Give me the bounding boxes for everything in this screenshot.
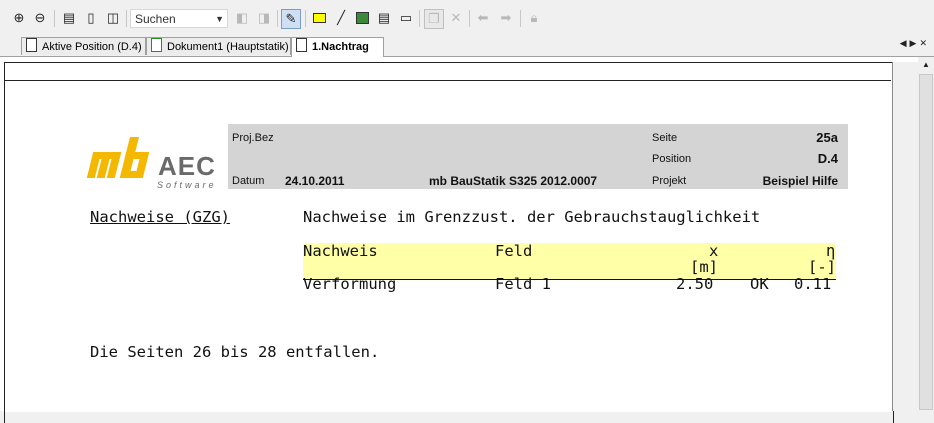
arrow-left-icon[interactable]: ⬅ xyxy=(474,9,492,27)
position-label: Position xyxy=(652,153,692,165)
tab-dokument1[interactable]: Dokument1 (Hauptstatik) xyxy=(146,37,291,55)
row-status: OK xyxy=(750,275,769,293)
document-icon xyxy=(296,38,307,52)
delete-icon[interactable]: ✕ xyxy=(447,9,465,27)
col-header-nachweis: Nachweis xyxy=(303,242,378,260)
copy-page-icon[interactable]: ❐ xyxy=(424,9,444,29)
tab-navigation[interactable]: ◀▶✕ xyxy=(900,38,930,49)
tab-prev-icon[interactable]: ◀ xyxy=(900,38,910,48)
projekt-label: Projekt xyxy=(652,175,687,187)
scroll-up-icon[interactable]: ▲ xyxy=(918,57,934,73)
highlight-rectangle-icon[interactable] xyxy=(310,9,328,27)
col-header-eta-unit: [-] xyxy=(808,258,836,276)
company-logo: AEC Software xyxy=(84,133,228,193)
comment-icon[interactable]: ▭ xyxy=(397,9,415,27)
section-heading: Nachweise (GZG) xyxy=(90,208,230,226)
tab-label: Dokument1 (Hauptstatik) xyxy=(167,41,289,53)
document-icon xyxy=(26,38,37,52)
row-feld: Feld 1 xyxy=(495,275,551,293)
toolbar-separator xyxy=(54,10,55,27)
datum-value: 24.10.2011 xyxy=(285,174,345,188)
search-dropdown[interactable]: Suchen ▼ xyxy=(130,9,228,28)
search-label: Suchen xyxy=(135,12,176,26)
tab-label: Aktive Position (D.4) xyxy=(42,41,142,53)
program-name: mb BauStatik S325 2012.0007 xyxy=(429,174,598,188)
row-eta: 0.11 xyxy=(794,275,832,293)
document-tabs: Aktive Position (D.4) Dokument1 (Hauptst… xyxy=(0,36,934,57)
tab-next-icon[interactable]: ▶ xyxy=(910,38,920,48)
zoom-in-icon[interactable]: ⊕ xyxy=(10,9,28,27)
position-value: D.4 xyxy=(817,151,838,166)
back-box-icon[interactable]: ◧ xyxy=(233,9,251,27)
page-gutter xyxy=(892,62,919,411)
row-nachweis: Verformung xyxy=(303,275,397,293)
two-pages-icon[interactable]: ◫ xyxy=(104,9,122,27)
col-header-x-unit: [m] xyxy=(690,258,718,276)
toolbar-separator xyxy=(126,10,127,27)
mbaec-logo-icon: AEC Software xyxy=(86,137,217,190)
proj-bez-label: Proj.Bez xyxy=(232,132,274,144)
toolbar: ⊕ ⊖ ▤ ▯ ◫ Suchen ▼ ◧ ◨ ✎ ╱ ▤ ▭ ❐ ✕ ⬅ ➡ 🔒… xyxy=(0,0,934,36)
lock-icon[interactable]: 🔒︎ xyxy=(525,9,543,27)
seite-value: 25a xyxy=(816,130,838,145)
logo-aec-text: AEC xyxy=(158,151,216,181)
checked-document-icon xyxy=(151,38,162,52)
logo-tagline: Software xyxy=(157,180,217,190)
toolbar-separator xyxy=(469,10,470,27)
toolbar-separator xyxy=(419,10,420,27)
page-view-icon[interactable]: ▤ xyxy=(60,9,78,27)
pages-omitted-note: Die Seiten 26 bis 28 entfallen. xyxy=(90,343,380,361)
forward-box-icon[interactable]: ◨ xyxy=(255,9,273,27)
seite-label: Seite xyxy=(652,132,678,144)
text-block-icon[interactable]: ▤ xyxy=(375,9,393,27)
line-tool-icon[interactable]: ╱ xyxy=(332,9,350,27)
tab-1-nachtrag[interactable]: 1.Nachtrag xyxy=(291,37,384,57)
row-x: 2.50 xyxy=(676,275,714,293)
chevron-down-icon: ▼ xyxy=(215,14,224,24)
toolbar-separator xyxy=(305,10,306,27)
toolbar-separator xyxy=(520,10,521,27)
vertical-scrollbar[interactable]: ▲ xyxy=(918,57,934,411)
tab-aktive-position[interactable]: Aktive Position (D.4) xyxy=(21,37,146,55)
scrollbar-thumb[interactable] xyxy=(919,74,933,410)
tab-close-icon[interactable]: ✕ xyxy=(919,38,930,48)
tab-label: 1.Nachtrag xyxy=(312,41,369,53)
single-page-icon[interactable]: ▯ xyxy=(82,9,100,27)
zoom-out-icon[interactable]: ⊖ xyxy=(31,9,49,27)
datum-label: Datum xyxy=(232,175,265,187)
arrow-right-icon[interactable]: ➡ xyxy=(497,9,515,27)
toolbar-separator xyxy=(277,10,278,27)
section-description: Nachweise im Grenzzust. der Gebrauchstau… xyxy=(303,208,761,226)
insert-image-icon[interactable] xyxy=(353,9,371,27)
col-header-feld: Feld xyxy=(495,242,533,260)
projekt-value: Beispiel Hilfe xyxy=(762,174,838,188)
pen-tool-icon[interactable]: ✎ xyxy=(281,9,301,29)
